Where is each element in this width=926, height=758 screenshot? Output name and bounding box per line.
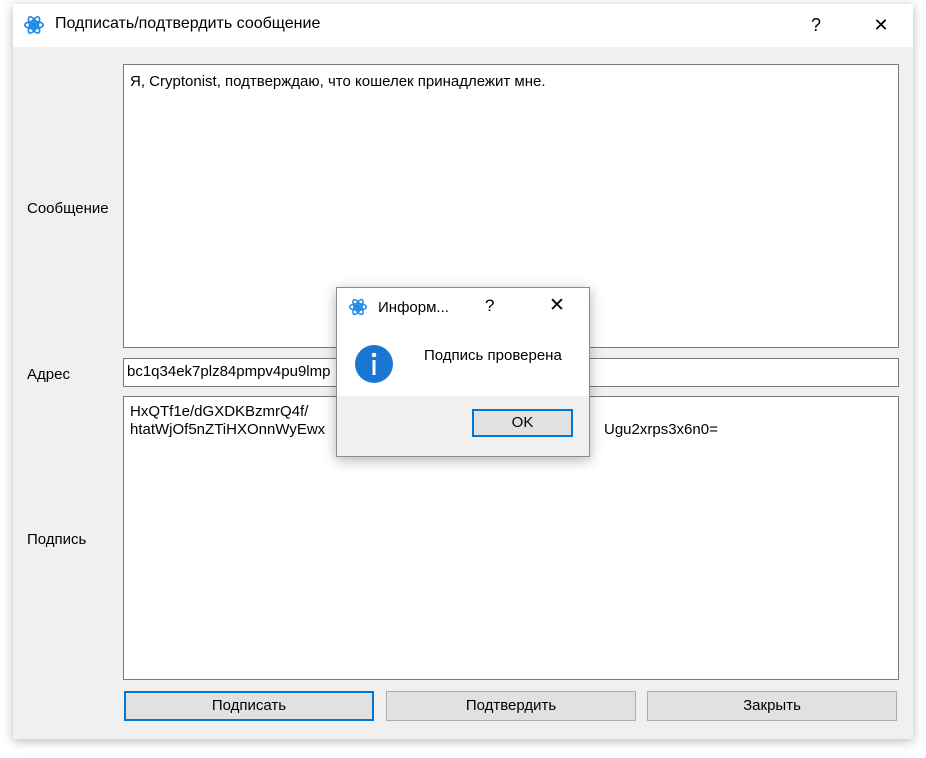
info-dialog: Информ... ? ✕ Подпись проверена OK [336,287,590,457]
dialog-close-button[interactable]: ✕ [549,294,565,317]
dialog-titlebar[interactable]: Информ... ? ✕ [337,288,589,326]
window-title: Подписать/подтвердить сообщение [55,15,321,32]
signature-text-line-2-start: htatWjOf5nZTiHXOnnWyEwx [130,421,326,438]
dialog-help-button[interactable]: ? [485,296,494,316]
help-button[interactable]: ? [793,4,839,47]
address-text: bc1q34ek7plz84pmpv4pu9lmp [127,363,331,380]
dialog-title: Информ... [378,299,449,316]
signature-label: Подпись [27,531,87,548]
dialog-body: Подпись проверена [337,326,589,396]
close-window-button[interactable]: ✕ [858,4,904,47]
app-logo-icon [24,16,44,34]
address-label: Адрес [27,366,70,383]
app-logo-icon [348,298,368,316]
window-titlebar[interactable]: Подписать/подтвердить сообщение ? ✕ [13,4,913,47]
info-icon [355,345,393,383]
message-text: Я, Cryptonist, подтверждаю, что кошелек … [130,73,546,90]
sign-button[interactable]: Подписать [124,691,374,721]
verify-button[interactable]: Подтвердить [386,691,636,721]
signature-text-line-2-end: Ugu2xrps3x6n0= [604,421,718,438]
message-label: Сообщение [27,200,109,217]
ok-button[interactable]: OK [472,409,573,437]
dialog-message: Подпись проверена [424,347,562,364]
close-button[interactable]: Закрыть [647,691,897,721]
